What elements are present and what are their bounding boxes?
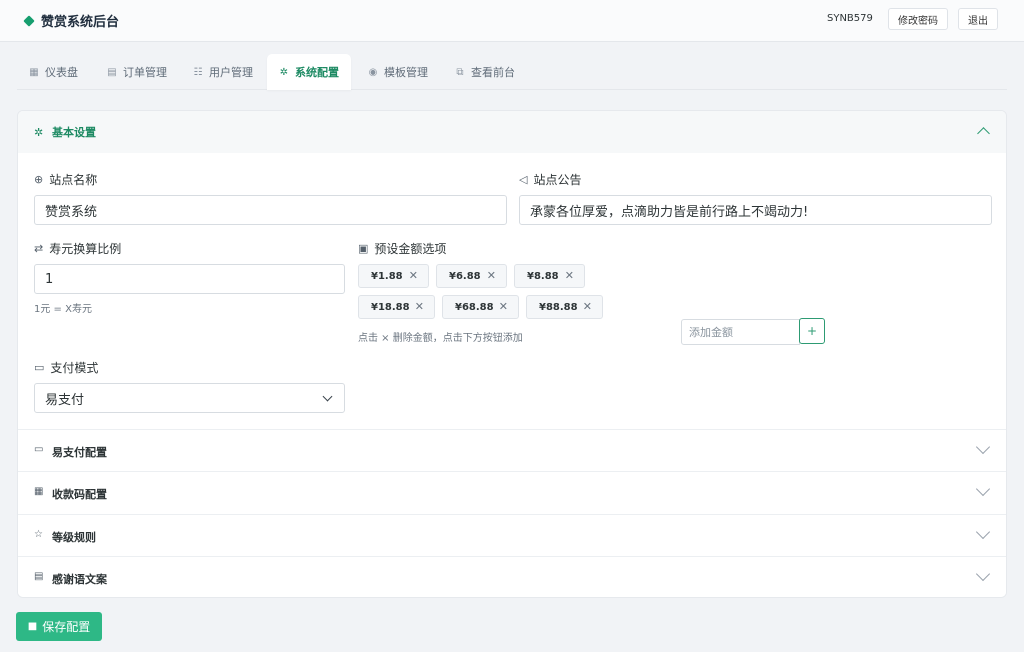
chevron-down-icon [975, 566, 991, 582]
section-qrcode-config[interactable]: ▦ 收款码配置 [18, 471, 1006, 513]
tab-dashboard[interactable]: ▦ 仪表盘 [17, 54, 90, 90]
nav-tabs: ▦ 仪表盘 ▤ 订单管理 ☷ 用户管理 ✲ 系统配置 ◉ 模板管理 ⧉ 查看前台 [17, 54, 1007, 90]
section-thanks-text[interactable]: ▤ 感谢语文案 [18, 556, 1006, 597]
site-name-label: ⊕ 站点名称 [34, 171, 97, 188]
remove-icon[interactable]: ✕ [499, 300, 508, 313]
dashboard-icon: ▦ [29, 66, 39, 78]
save-config-button[interactable]: ■ 保存配置 [16, 612, 102, 641]
chevron-up-icon[interactable] [977, 127, 990, 140]
tab-label: 模板管理 [384, 66, 428, 79]
remove-icon[interactable]: ✕ [565, 269, 574, 282]
section-title: 收款码配置 [52, 488, 107, 501]
site-notice-label: ◁ 站点公告 [519, 171, 581, 188]
pay-mode-value: 易支付 [45, 392, 85, 408]
tab-templates[interactable]: ◉ 模板管理 [356, 54, 440, 90]
brand-logo-icon [23, 14, 35, 27]
remove-icon[interactable]: ✕ [415, 300, 424, 313]
section-title: 等级规则 [52, 531, 96, 544]
pay-mode-label: ▭ 支付模式 [34, 359, 98, 376]
site-name-input[interactable]: 赞赏系统 [34, 195, 507, 225]
remove-icon[interactable]: ✕ [583, 300, 592, 313]
chevron-down-icon [322, 391, 333, 402]
ratio-input[interactable]: 1 [34, 264, 345, 294]
amount-chip: ¥88.88 ✕ [526, 295, 603, 319]
section-epay-config[interactable]: ▭ 易支付配置 [18, 429, 1006, 471]
site-name-label-text: 站点名称 [49, 173, 98, 187]
tab-label: 查看前台 [471, 66, 515, 79]
orders-icon: ▤ [107, 66, 117, 78]
pay-mode-label-text: 支付模式 [50, 361, 99, 375]
amount-value: ¥88.88 [539, 301, 578, 313]
amount-chip: ¥18.88 ✕ [358, 295, 435, 319]
card-icon: ▭ [34, 361, 45, 374]
save-icon: ■ [27, 621, 38, 632]
logout-button[interactable]: 退出 [958, 8, 998, 30]
amounts-label: ▣ 预设金额选项 [358, 240, 446, 257]
amounts-hint: 点击 × 删除金额，点击下方按钮添加 [358, 333, 523, 344]
amount-value: ¥6.88 [449, 270, 481, 282]
add-amount-button[interactable]: + [799, 318, 825, 344]
message-icon: ▤ [34, 571, 44, 582]
amount-value: ¥8.88 [527, 270, 559, 282]
section-title: 易支付配置 [52, 446, 107, 459]
site-notice-input[interactable]: 承蒙各位厚爱，点滴助力皆是前行路上不竭动力! [519, 195, 992, 225]
pay-mode-select[interactable]: 易支付 [34, 383, 345, 413]
chevron-down-icon [975, 524, 991, 540]
amounts-label-text: 预设金额选项 [374, 242, 447, 256]
amount-chip: ¥68.88 ✕ [442, 295, 519, 319]
gear-icon: ✲ [34, 125, 44, 139]
star-icon: ☆ [34, 529, 43, 540]
ratio-hint: 1元 = X寿元 [34, 304, 92, 315]
amount-value: ¥68.88 [455, 301, 494, 313]
money-icon: ▣ [358, 242, 369, 255]
ratio-label: ⇄ 寿元换算比例 [34, 240, 121, 257]
tab-label: 订单管理 [123, 66, 167, 79]
add-amount-input[interactable]: 添加金额 [681, 319, 800, 345]
tab-orders[interactable]: ▤ 订单管理 [95, 54, 179, 90]
basic-settings-title: 基本设置 [52, 126, 96, 139]
tab-users[interactable]: ☷ 用户管理 [181, 54, 265, 90]
section-level-rules[interactable]: ☆ 等级规则 [18, 514, 1006, 556]
globe-icon: ⊕ [34, 173, 44, 186]
user-id: SYNB579 [827, 13, 873, 24]
gear-icon: ✲ [279, 66, 289, 78]
amount-chip: ¥1.88 ✕ [358, 264, 429, 288]
card-icon: ▭ [34, 444, 44, 455]
site-notice-label-text: 站点公告 [533, 173, 582, 187]
settings-card: ✲ 基本设置 ⊕ 站点名称 赞赏系统 ◁ 站点公告 承蒙各位厚爱，点滴助力皆是前… [17, 110, 1007, 598]
amount-chip: ¥8.88 ✕ [514, 264, 585, 288]
palette-icon: ◉ [368, 66, 378, 78]
save-button-label: 保存配置 [42, 620, 91, 634]
ratio-label-text: 寿元换算比例 [49, 242, 122, 256]
app-title: 赞赏系统后台 [41, 15, 120, 30]
tab-system-config[interactable]: ✲ 系统配置 [267, 54, 351, 90]
megaphone-icon: ◁ [519, 173, 528, 186]
remove-icon[interactable]: ✕ [409, 269, 418, 282]
tab-view-frontend[interactable]: ⧉ 查看前台 [443, 54, 527, 90]
top-bar: 赞赏系统后台 SYNB579 修改密码 退出 [0, 0, 1024, 42]
amount-value: ¥18.88 [371, 301, 410, 313]
exchange-icon: ⇄ [34, 242, 44, 255]
qrcode-icon: ▦ [34, 486, 44, 497]
chevron-down-icon [975, 481, 991, 497]
amount-value: ¥1.88 [371, 270, 403, 282]
tab-label: 系统配置 [295, 66, 339, 79]
amount-chip: ¥6.88 ✕ [436, 264, 507, 288]
brand: 赞赏系统后台 [23, 11, 120, 30]
external-link-icon: ⧉ [456, 66, 464, 78]
basic-settings-header[interactable]: ✲ 基本设置 [18, 111, 1006, 153]
tab-label: 用户管理 [209, 66, 253, 79]
users-icon: ☷ [193, 66, 203, 78]
change-password-button[interactable]: 修改密码 [888, 8, 948, 30]
section-title: 感谢语文案 [52, 573, 107, 586]
remove-icon[interactable]: ✕ [487, 269, 496, 282]
tab-label: 仪表盘 [45, 66, 78, 79]
chevron-down-icon [975, 439, 991, 455]
